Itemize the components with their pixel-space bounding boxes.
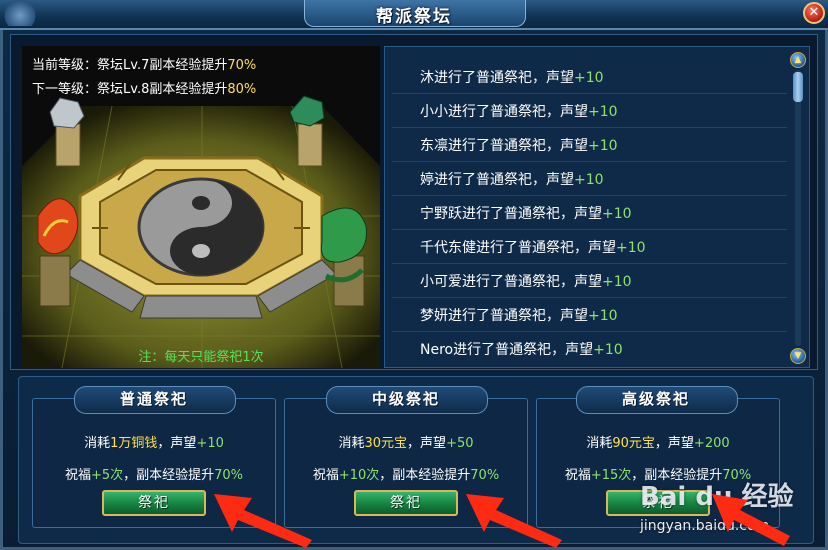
red-arrow-icon — [214, 494, 790, 548]
annotation-arrows — [214, 494, 790, 548]
